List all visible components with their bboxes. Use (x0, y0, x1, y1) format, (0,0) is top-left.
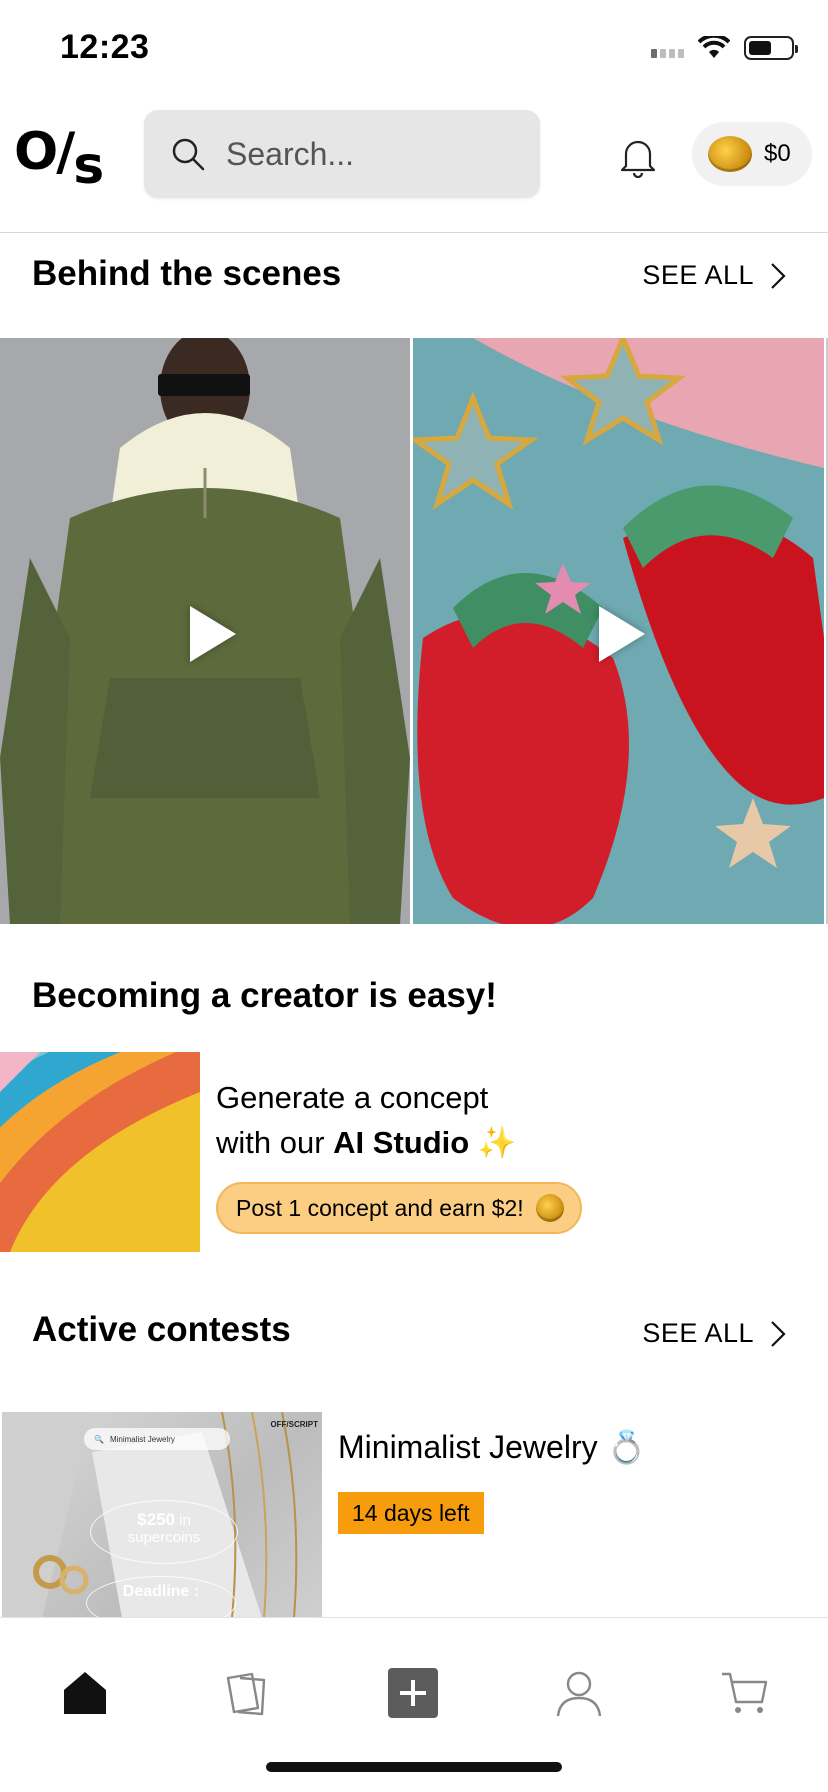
ai-studio-prefix: with our (216, 1125, 334, 1160)
header-divider (0, 232, 828, 233)
search-placeholder: Search... (226, 135, 355, 172)
search-icon (172, 138, 205, 171)
contest-title: Minimalist Jewelry 💍 (338, 1428, 646, 1466)
section-title-behind-the-scenes: Behind the scenes (32, 254, 342, 293)
thumbnail-prize-unit: supercoins (127, 1529, 201, 1546)
thumbnail-prize-amount: $250 (137, 1510, 175, 1529)
play-icon[interactable] (190, 606, 236, 662)
search-input[interactable]: Search... (144, 110, 540, 198)
chevron-right-icon (771, 262, 786, 289)
battery-icon (744, 36, 798, 60)
days-left-badge: 14 days left (338, 1492, 484, 1534)
home-indicator (266, 1762, 562, 1772)
coin-icon (535, 1194, 564, 1222)
status-time: 12:23 (60, 28, 150, 66)
see-all-label: SEE ALL (642, 1318, 754, 1348)
coin-icon (708, 136, 752, 172)
app-header: O/s Search... $0 (0, 108, 828, 208)
thumbnail-search-bar: 🔍 Minimalist Jewelry (84, 1428, 230, 1450)
video-tile-hoodie[interactable] (0, 338, 410, 924)
ai-studio-promo[interactable]: Generate a concept with our AI Studio ✨ … (0, 1052, 828, 1252)
thumbnail-brand: OFF/SCRIPT (270, 1420, 318, 1429)
wallet-amount: $0 (764, 140, 791, 167)
contest-card[interactable]: 🔍 Minimalist Jewelry OFF/SCRIPT $250 in s… (0, 1412, 828, 1618)
rainbow-mural-image (0, 1052, 200, 1252)
thumbnail-prize-in: in (174, 1512, 191, 1529)
sparkles-icon: ✨ (477, 1125, 517, 1160)
gallery-icon[interactable] (222, 1668, 272, 1718)
see-all-contests-button[interactable]: SEE ALL (642, 1318, 788, 1349)
video-tile-strawberry-earrings[interactable] (413, 338, 824, 924)
ai-studio-line2: with our AI Studio ✨ (216, 1124, 516, 1161)
section-title-active-contests: Active contests (32, 1310, 291, 1349)
notification-bell-icon[interactable] (616, 134, 660, 178)
status-bar: 12:23 (0, 0, 828, 100)
contest-thumbnail: 🔍 Minimalist Jewelry OFF/SCRIPT $250 in s… (2, 1412, 322, 1618)
contest-name: Minimalist Jewelry (338, 1429, 598, 1465)
wallet-balance-button[interactable]: $0 (692, 122, 812, 186)
cart-icon[interactable] (720, 1668, 770, 1718)
status-icons (651, 36, 798, 60)
home-icon[interactable] (60, 1668, 110, 1718)
see-all-behind-the-scenes-button[interactable]: SEE ALL (642, 260, 788, 291)
bottom-nav (0, 1617, 828, 1792)
ai-studio-line1: Generate a concept (216, 1080, 489, 1115)
create-icon[interactable] (388, 1668, 438, 1718)
thumbnail-search-icon: 🔍 (94, 1434, 104, 1444)
ring-icon: 💍 (606, 1429, 647, 1465)
wifi-icon (698, 36, 730, 58)
thumbnail-prize: $250 in supercoins (90, 1500, 238, 1564)
cellular-signal-icon (651, 38, 684, 58)
behind-the-scenes-carousel[interactable] (0, 338, 828, 924)
earn-reward-text: Post 1 concept and earn $2! (236, 1194, 524, 1221)
logo-text-left: O/ (14, 122, 75, 182)
play-icon[interactable] (599, 606, 645, 662)
section-title-creator: Becoming a creator is easy! (32, 976, 497, 1015)
logo-text-right: s (73, 136, 104, 196)
profile-icon[interactable] (554, 1668, 604, 1718)
thumbnail-search-text: Minimalist Jewelry (109, 1434, 175, 1444)
app-logo[interactable]: O/s (14, 122, 104, 196)
see-all-label: SEE ALL (642, 260, 754, 290)
earn-reward-pill[interactable]: Post 1 concept and earn $2! (216, 1182, 582, 1234)
ai-studio-name: AI Studio (333, 1125, 470, 1160)
chevron-right-icon (771, 1320, 786, 1347)
